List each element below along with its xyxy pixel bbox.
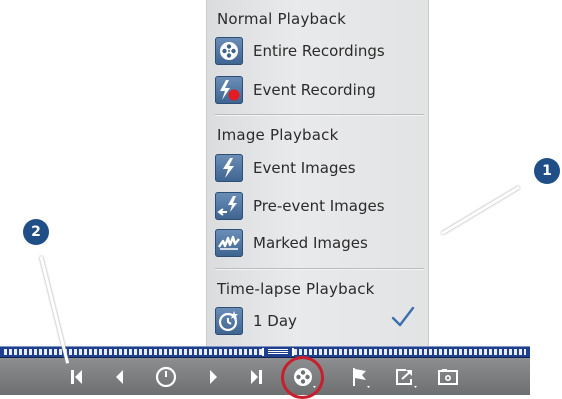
normal-playback-heading: Normal Playback [217, 10, 346, 28]
previous-icon [116, 370, 123, 384]
export-icon [396, 369, 417, 388]
clock-icon [155, 366, 177, 388]
export-button[interactable] [389, 358, 421, 395]
separator [215, 114, 424, 115]
menu-item-label: Event Recording [253, 81, 376, 99]
menu-item-label: 1 Day [253, 312, 297, 330]
snapshot-button[interactable] [431, 358, 463, 395]
previous-button[interactable] [103, 358, 135, 395]
callout-badge-1: 1 [534, 158, 560, 184]
flag-icon [353, 368, 370, 388]
film-reel-icon [215, 37, 243, 65]
timeline-bar[interactable] [0, 346, 530, 358]
separator [215, 268, 424, 269]
menu-item-label: Marked Images [253, 234, 368, 252]
menu-item-label: Pre-event Images [253, 197, 385, 215]
menu-item-event-images[interactable]: Event Images [215, 154, 420, 182]
live-button[interactable] [150, 358, 182, 395]
callout-badge-2: 2 [23, 219, 49, 245]
menu-item-pre-event-images[interactable]: Pre-event Images [215, 192, 420, 220]
menu-item-marked-images[interactable]: Marked Images [215, 229, 420, 257]
skip-to-start-button[interactable] [60, 358, 92, 395]
skip-to-end-button[interactable] [241, 358, 273, 395]
pre-event-icon [215, 192, 243, 220]
skip-to-end-icon [251, 370, 262, 384]
menu-item-label: Event Images [253, 159, 356, 177]
camera-icon [438, 369, 458, 385]
timelapse-playback-heading: Time-lapse Playback [217, 280, 375, 298]
event-recording-icon [215, 76, 243, 104]
timeline-playhead[interactable] [262, 348, 294, 356]
skip-to-start-icon [71, 370, 82, 384]
marked-images-icon [215, 229, 243, 257]
next-button[interactable] [197, 358, 229, 395]
lightning-icon [215, 154, 243, 182]
callout-line-1 [441, 185, 520, 235]
menu-item-label: Entire Recordings [253, 42, 385, 60]
menu-item-event-recording[interactable]: Event Recording [215, 76, 420, 104]
next-icon [210, 370, 217, 384]
menu-item-entire-recordings[interactable]: Entire Recordings [215, 37, 420, 65]
playback-toolbar [0, 358, 530, 395]
highlight-ring [281, 356, 324, 399]
image-playback-heading: Image Playback [217, 126, 339, 144]
flag-button[interactable] [345, 358, 377, 395]
checkmark-icon [391, 306, 415, 327]
playback-mode-menu: Normal Playback Entire Recordings Event … [206, 0, 429, 346]
stopwatch-icon [215, 307, 243, 335]
